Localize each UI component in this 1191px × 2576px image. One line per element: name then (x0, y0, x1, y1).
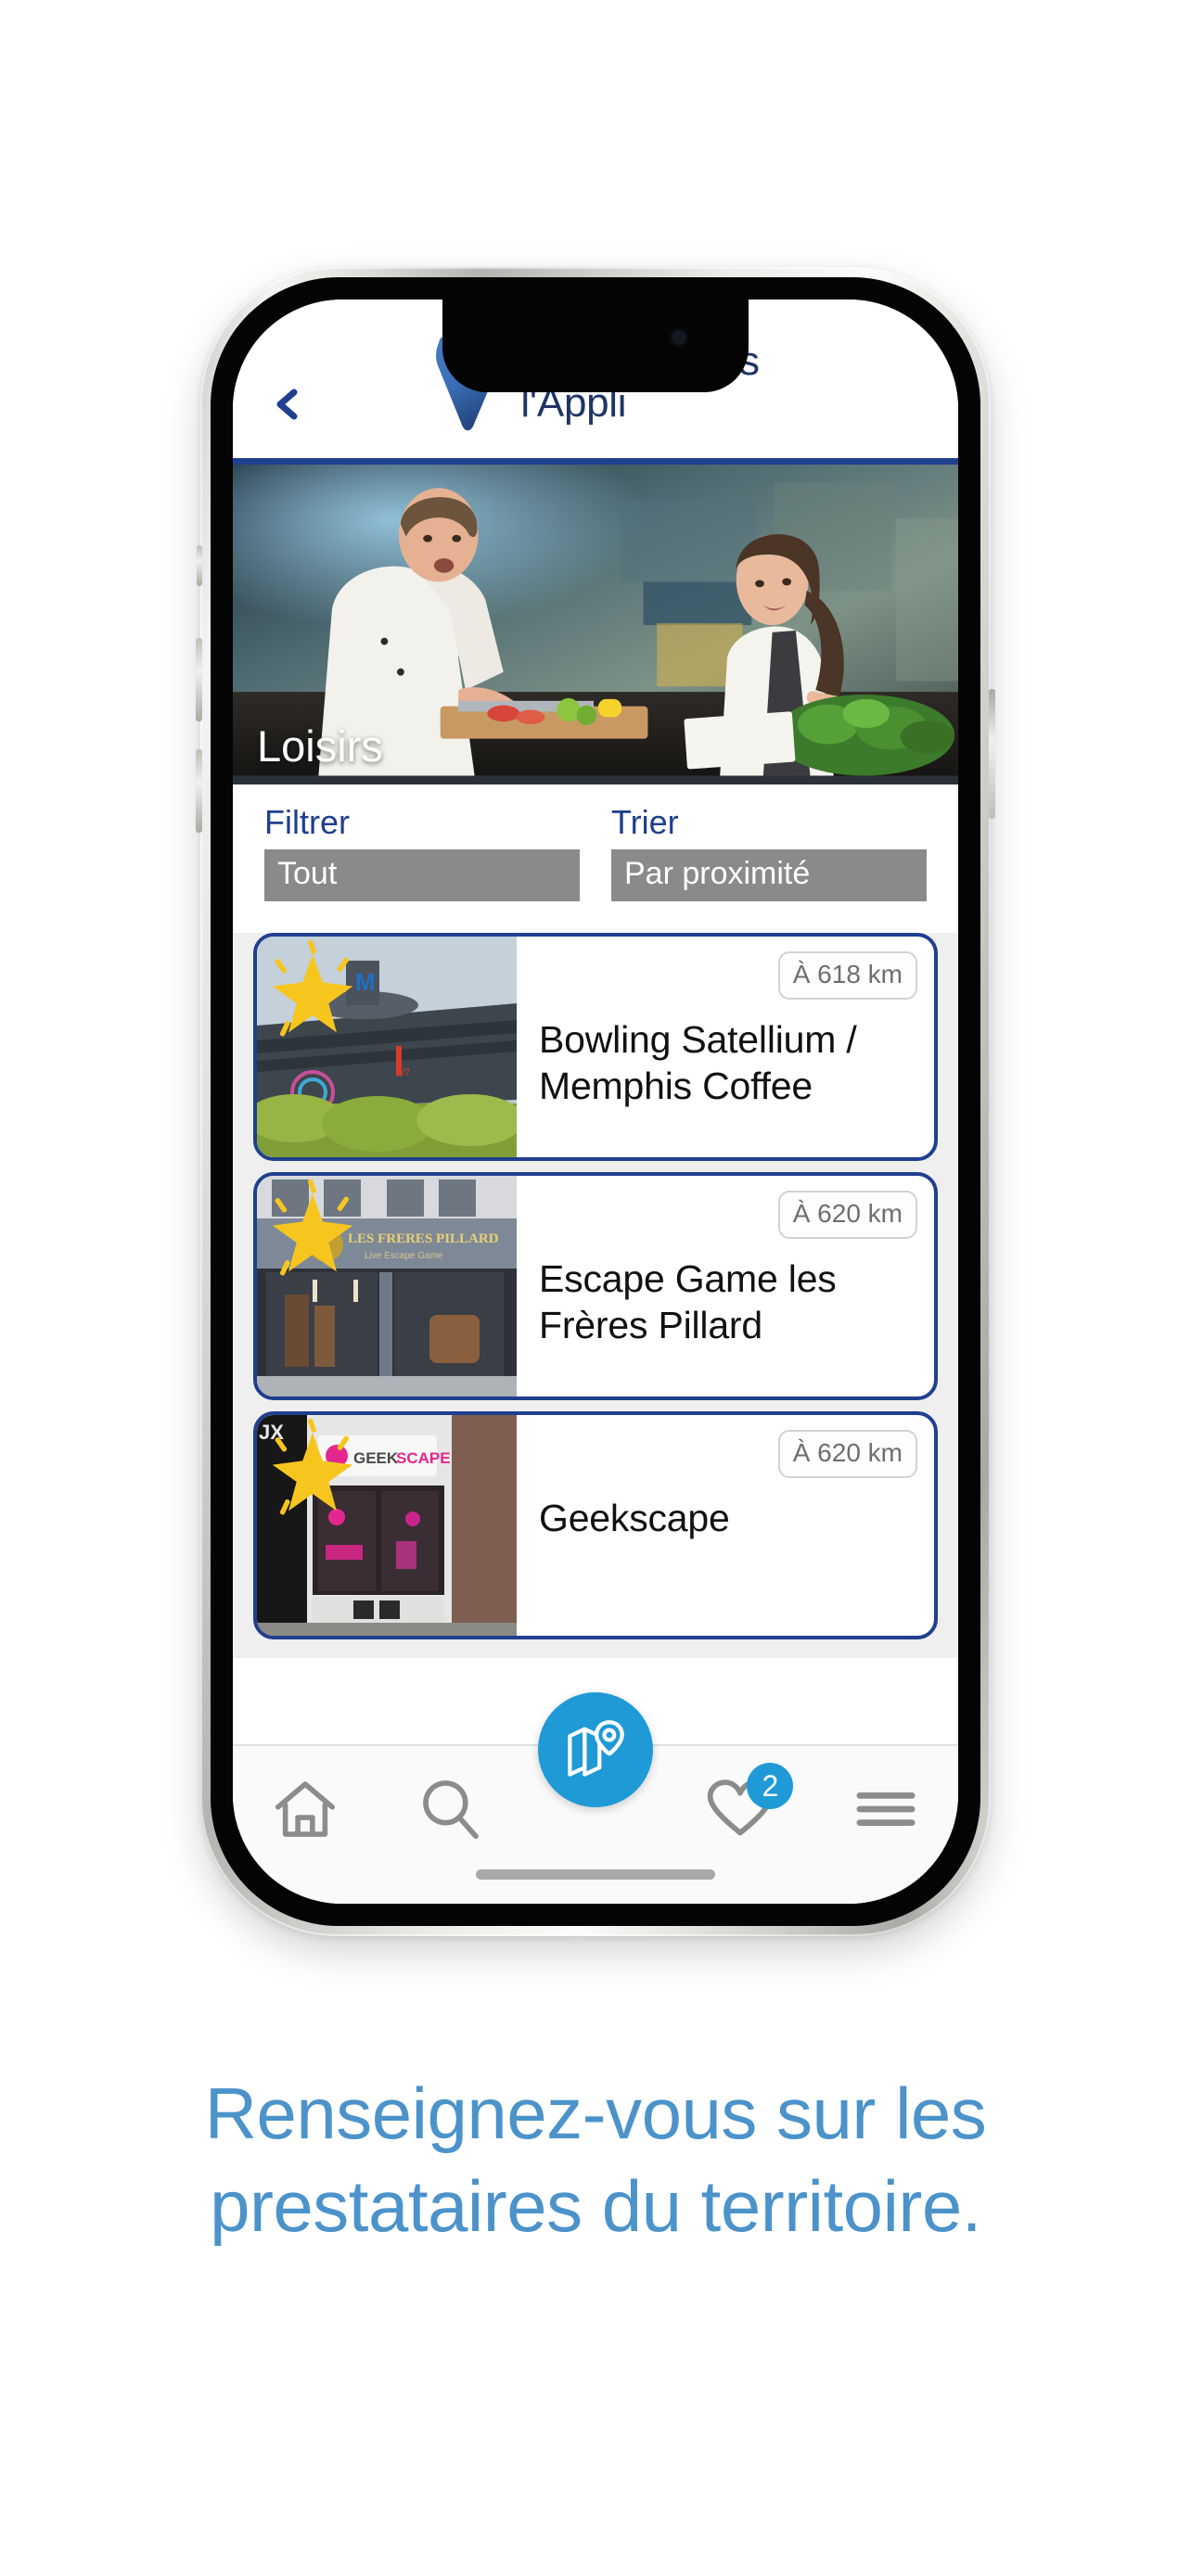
svg-text:SCAPE: SCAPE (396, 1449, 451, 1467)
list-item-title: Escape Game les Frères Pillard (539, 1256, 837, 1347)
favorites-count-badge: 2 (747, 1763, 794, 1809)
power-button[interactable] (989, 689, 995, 819)
hero-title: Loisirs (257, 721, 383, 771)
nav-search[interactable] (396, 1766, 506, 1852)
home-indicator[interactable] (476, 1869, 715, 1880)
filter-bar: Filtrer Tout Trier Par proximité (233, 784, 958, 922)
front-camera-icon (669, 327, 689, 348)
sort-select[interactable]: Par proximité (611, 849, 927, 901)
list-item-thumbnail: M 7/7 (257, 936, 517, 1157)
silent-switch[interactable] (197, 545, 202, 586)
back-button[interactable] (272, 389, 303, 420)
filter-select[interactable]: Tout (264, 849, 580, 901)
star-sparkle-icon (272, 939, 353, 1037)
list-item-title: Bowling Satellium / Memphis Coffee (539, 1017, 857, 1108)
marketing-tagline: Renseignez-vous sur les prestataires du … (0, 2068, 1191, 2253)
hero-banner: Loisirs (233, 465, 958, 784)
list-item-body: À 620 km Escape Game les Frères Pillard (517, 1176, 934, 1396)
distance-badge: À 620 km (777, 1190, 917, 1239)
home-icon (275, 1781, 336, 1837)
svg-text:LES FRERES PILLARD: LES FRERES PILLARD (348, 1231, 499, 1246)
svg-text:Live Escape Game: Live Escape Game (365, 1251, 443, 1261)
list-item[interactable]: LES FRERES PILLARD Live Escape Game À 62… (253, 1171, 938, 1400)
star-sparkle-icon (272, 1418, 353, 1515)
phone-bezel: Valenciennes l'Appli (211, 277, 980, 1926)
nav-menu[interactable] (831, 1766, 941, 1852)
phone-screen: Valenciennes l'Appli (233, 300, 958, 1904)
sort-group: Trier Par proximité (611, 803, 927, 901)
search-icon (422, 1780, 479, 1840)
list-item[interactable]: JX GEEK SCAPE À 620 km Geekscape (253, 1410, 938, 1639)
tagline-line2: prestataires du territoire. (210, 2164, 981, 2247)
filter-group: Filtrer Tout (264, 803, 580, 901)
nav-home[interactable] (250, 1766, 360, 1852)
list-item-title: Geekscape (539, 1496, 730, 1539)
sort-label: Trier (611, 803, 679, 841)
svg-text:7/7: 7/7 (396, 1067, 410, 1078)
list-item-body: À 620 km Geekscape (517, 1415, 934, 1636)
list-item-thumbnail: LES FRERES PILLARD Live Escape Game (257, 1175, 517, 1396)
list-item-body: À 618 km Bowling Satellium / Memphis Cof… (517, 937, 934, 1157)
hamburger-menu-icon (856, 1792, 916, 1826)
map-pin-icon (568, 1720, 624, 1777)
star-sparkle-icon (272, 1179, 353, 1276)
phone-mockup: Valenciennes l'Appli (196, 267, 995, 1936)
filter-label: Filtrer (264, 803, 350, 841)
list-item-thumbnail: JX GEEK SCAPE (257, 1414, 517, 1636)
nav-favorites[interactable]: 2 (685, 1763, 795, 1852)
results-list: M 7/7 À 618 km Bowling Satellium / Memph… (233, 932, 958, 1658)
tagline-line1: Renseignez-vous sur les (204, 2072, 987, 2154)
distance-badge: À 620 km (777, 1429, 917, 1478)
chevron-left-icon (276, 389, 298, 420)
distance-badge: À 618 km (777, 950, 917, 1000)
volume-down-button[interactable] (196, 749, 202, 833)
list-item[interactable]: M 7/7 À 618 km Bowling Satellium / Memph… (253, 932, 938, 1161)
map-fab-button[interactable] (538, 1692, 653, 1807)
dynamic-island (442, 300, 749, 392)
volume-up-button[interactable] (196, 638, 202, 721)
